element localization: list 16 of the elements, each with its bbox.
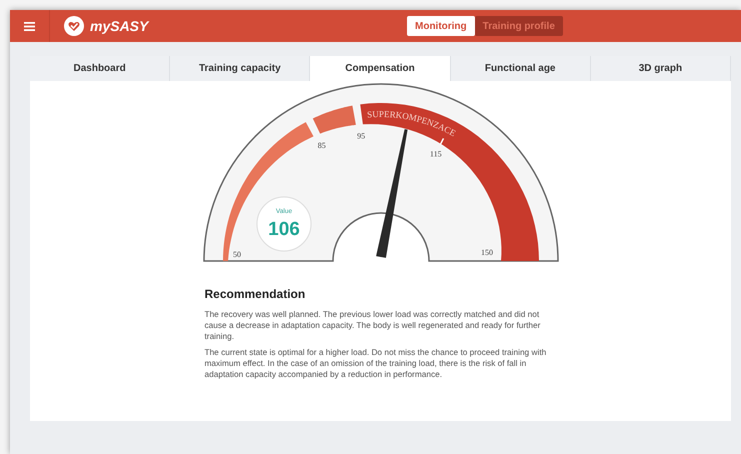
mode-toggle[interactable]: Monitoring <box>407 16 475 36</box>
tab[interactable]: Compensation <box>310 56 451 81</box>
tick-label: 85 <box>317 140 326 150</box>
value-badge <box>256 196 311 252</box>
recommendation-text: The recovery was well planned. The previous lower load was correctly matched and did not cause a decrease in adaptation capacity. The body is well regenerated and ready for further training. <box>204 309 542 342</box>
menu-icon[interactable] <box>24 22 35 30</box>
tick-label: 50 <box>232 250 240 259</box>
tick-label: 150 <box>480 248 492 257</box>
value-number: 106 <box>268 219 300 240</box>
tick-mark <box>439 138 444 146</box>
heart-check-icon <box>64 16 84 36</box>
tick-label: 95 <box>356 131 365 140</box>
app-name: mySASY <box>90 18 148 34</box>
recommendation-title: Recommendation <box>204 287 306 301</box>
recommendation-text: The current state is optimal for a higher load. Do not miss the chance to proceed training with maximum effect. In the case of an omission of the training load, there is the risk of fall in adaptation capacity accompanied by a reduction in performance. <box>204 347 548 380</box>
tick-label: 115 <box>429 150 442 159</box>
